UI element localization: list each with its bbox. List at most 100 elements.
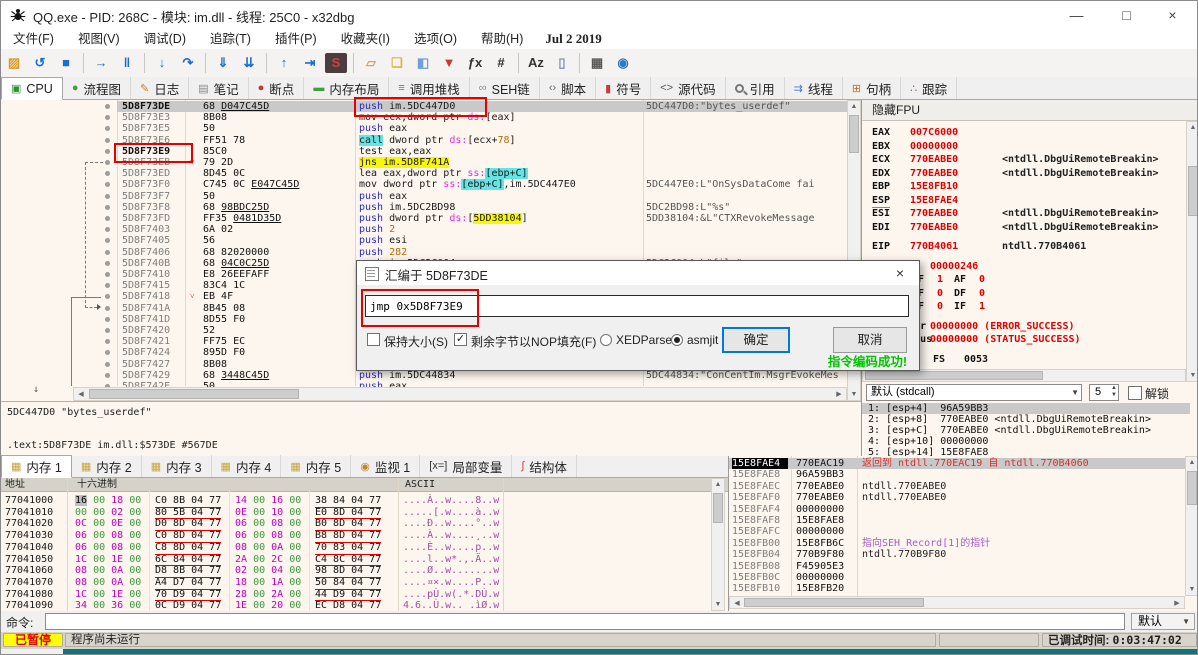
tab-cpu[interactable]: ▣ CPU (1, 77, 63, 100)
argument-row[interactable]: 4: [esp+10] 00000000 (862, 436, 1190, 447)
flag-value[interactable]: 0 (979, 287, 985, 301)
breakpoint-dot[interactable] (105, 272, 110, 277)
breakpoint-dot[interactable] (105, 339, 110, 345)
menu-item[interactable]: 视图(V) (66, 29, 132, 49)
hide-fpu-button[interactable]: 隐藏FPU (862, 100, 1197, 121)
stack-row[interactable]: 15E8FAE8 96A59BB3 (729, 469, 1185, 480)
register-value[interactable]: 770B4061 (910, 240, 958, 254)
register-value[interactable]: 770EABE0 (910, 221, 958, 235)
asmjit-radio[interactable] (671, 334, 683, 346)
stack-row[interactable]: 15E8FB04 770B9F80 ntdll.770B9F80 (729, 549, 1185, 560)
stack-value[interactable]: 00000000 (796, 504, 844, 515)
disasm-row[interactable]: 5D8F7406 68 82020000 push 282 (1, 247, 847, 258)
cancel-button[interactable]: 取消 (833, 327, 907, 353)
register-value[interactable]: 15E8FB10 (910, 180, 958, 194)
tab-callstack[interactable]: ≡ 调用堆栈 (389, 77, 470, 99)
tab-trace[interactable]: ∴ 跟踪 (901, 77, 958, 99)
dialog-close-button[interactable]: × (889, 263, 911, 283)
dump-row[interactable]: 77041080 1C 00 1E 00 70 D9 04 77 28 00 2A 0… (1, 589, 711, 602)
tab-handles[interactable]: ⊞ 句柄 (843, 77, 902, 99)
flag-value[interactable]: 1 (937, 273, 943, 287)
disasm-row[interactable]: 5D8F73ED 8D45 0C lea eax,dword ptr ss:[ebp… (1, 168, 847, 180)
dump-row[interactable]: 77041040 06 00 08 00 C8 8D 04 77 08 00 0A 0… (1, 542, 711, 555)
disasm-row[interactable]: 5D8F73FD FF35 0481D35D push dword ptr ds:[… (1, 213, 847, 224)
stack-value[interactable]: 770B9F80 (796, 549, 844, 560)
stack-value[interactable]: 96A59BB3 (796, 469, 844, 480)
keep-size-checkbox[interactable] (367, 333, 380, 346)
argument-count-stepper[interactable]: 5 ▲ ▼ (1089, 384, 1119, 401)
register-value[interactable]: 770EABE0 (910, 207, 958, 221)
register-value[interactable]: 00000000 (STATUS_SUCCESS) (930, 333, 1081, 347)
register-value[interactable]: 007C6000 (910, 126, 958, 140)
stack-row[interactable]: 15E8FAFC 00000000 (729, 526, 1185, 537)
disasm-hscrollbar[interactable]: ◀ ▶ (73, 387, 847, 401)
text-icon[interactable]: Aᴢ (525, 53, 547, 73)
close-button[interactable]: × (1150, 1, 1195, 29)
function-icon[interactable]: ƒx (464, 53, 486, 73)
dump-row[interactable]: 77041090 34 00 36 00 0C D9 04 77 1E 00 20 0… (1, 600, 711, 611)
minimize-button[interactable]: — (1054, 1, 1099, 29)
dialog-title-bar[interactable]: 汇编于 5D8F73DE × (357, 261, 919, 285)
tab-threads[interactable]: ⇉ 线程 (785, 77, 843, 99)
breakpoint-dot[interactable] (105, 137, 110, 143)
register-value[interactable]: 00000000 (ERROR_SUCCESS) (930, 320, 1075, 334)
breakpoint-dot[interactable] (105, 204, 110, 210)
tab-log[interactable]: ✎ 日志 (131, 77, 190, 99)
step-into-icon[interactable]: ↓ (151, 53, 173, 73)
argument-row[interactable]: 5: [esp+14] 15E8FAE8 (862, 447, 1190, 456)
breakpoint-dot[interactable] (105, 328, 110, 333)
tab-notes[interactable]: ▤ 笔记 (189, 77, 249, 99)
breakpoint-dot[interactable] (105, 305, 110, 311)
scylla-icon[interactable]: S (325, 53, 347, 73)
stack-value[interactable]: 15E8FB20 (796, 583, 844, 594)
run-icon[interactable]: → (90, 53, 112, 73)
calling-convention-select[interactable]: 默认 (stdcall) ▼ (866, 384, 1082, 401)
stack-hscrollbar[interactable]: ◀ ▶ (729, 596, 1185, 609)
breakpoint-dot[interactable] (105, 182, 110, 188)
tab-breakpoints[interactable]: ● 断点 (249, 77, 305, 99)
argument-row[interactable]: 1: [esp+4] 96A59BB3 (862, 403, 1190, 414)
stack-value[interactable]: 15E8FB6C (796, 538, 844, 549)
flag-value[interactable]: 0 (937, 300, 943, 314)
dump-row[interactable]: 77041030 06 00 08 00 C0 8D 04 77 06 00 08 0… (1, 530, 711, 543)
register-row[interactable]: EBX 00000000 (862, 140, 1186, 154)
breakpoint-dot[interactable] (105, 104, 110, 109)
bottom-tab-mem1[interactable]: ▦ 内存 1 (1, 455, 72, 478)
restart-icon[interactable]: ↺ (29, 53, 51, 73)
disasm-row[interactable]: 5D8F73E5 50 push eax (1, 123, 847, 134)
tab-memmap[interactable]: ▬ 内存布局 (304, 77, 390, 99)
tab-source[interactable]: <> 源代码 (651, 77, 726, 99)
stack-row[interactable]: 15E8FAE4 770EAC19 返回到 ntdll.770EAC19 自 ntd… (729, 458, 1185, 470)
stack-row[interactable]: 15E8FAF0 770EABE0 ntdll.770EABE0 (729, 492, 1185, 503)
stack-value[interactable]: 00000000 (796, 572, 844, 583)
globe-icon[interactable]: ◉ (612, 53, 634, 73)
breakpoint-dot[interactable] (105, 260, 110, 266)
tab-seh[interactable]: ∞ SEH链 (470, 77, 540, 99)
handheld-icon[interactable]: ▯ (551, 53, 573, 73)
bottom-tab-mem5[interactable]: ▦ 内存 5 (281, 455, 352, 477)
breakpoint-dot[interactable] (105, 238, 110, 244)
maximize-button[interactable]: □ (1104, 1, 1149, 29)
breakpoint-dot[interactable] (105, 193, 110, 199)
breakpoint-dot[interactable] (105, 160, 110, 165)
breakpoint-dot[interactable] (105, 227, 110, 233)
register-row[interactable]: ESI 770EABE0 <ntdll.DbgUiRemoteBreakin> (862, 207, 1186, 221)
open-file-icon[interactable]: ▨ (3, 53, 25, 73)
registers-vscrollbar[interactable]: ▲ ▼ (1186, 121, 1197, 382)
execute-till-return-icon[interactable]: ↑ (273, 53, 295, 73)
menu-item[interactable]: 调试(D) (132, 29, 198, 49)
breakpoint-dot[interactable] (105, 350, 110, 356)
bottom-tab-struct[interactable]: ∫ 结构体 (512, 455, 577, 477)
breakpoint-dot[interactable] (105, 148, 110, 154)
stack-value[interactable]: 15E8FAE8 (796, 515, 844, 526)
register-row[interactable]: ESP 15E8FAE4 (862, 194, 1186, 208)
stack-value[interactable]: 770EABE0 (796, 481, 844, 492)
dump-vscrollbar[interactable]: ▲ ▼ (711, 478, 725, 611)
calculator-icon[interactable]: ▦ (586, 53, 608, 73)
breakpoint-dot[interactable] (105, 372, 110, 378)
menu-item[interactable]: 选项(O) (402, 29, 469, 49)
breakpoint-dot[interactable] (105, 126, 110, 132)
dump-row[interactable]: 77041000 16 00 18 00 C0 8B 04 77 14 00 16 0… (1, 495, 711, 508)
hash-icon[interactable]: # (490, 53, 512, 73)
stack-row[interactable]: 15E8FB00 15E8FB6C 指向SEH_Record[1]的指针 (729, 538, 1185, 549)
